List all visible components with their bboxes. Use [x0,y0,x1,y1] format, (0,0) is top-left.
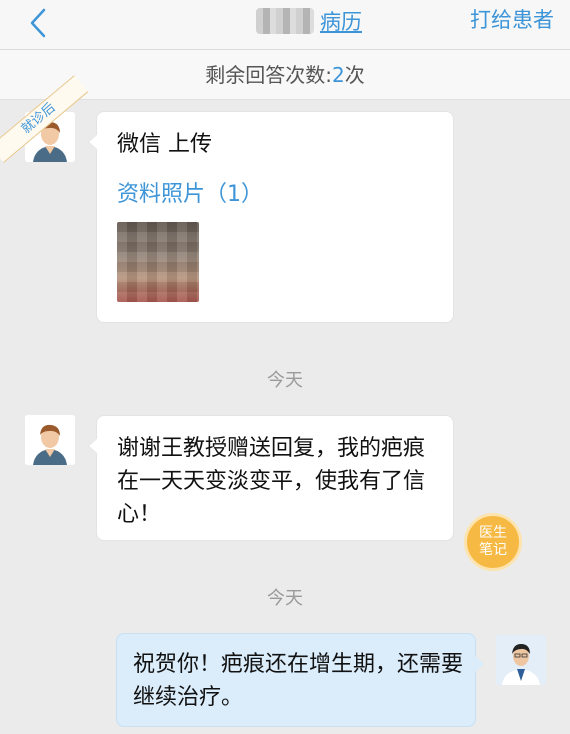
doctor-notes-line1: 医生 [479,525,507,541]
patient-avatar[interactable] [25,415,75,465]
medical-record-link[interactable]: 病历 [320,6,362,36]
message-bubble-thanks: 谢谢王教授赠送回复，我的疤痕在一天天变淡变平，使我有了信心！ [88,415,454,541]
time-label: 今天 [267,370,303,391]
photo-thumbnail[interactable] [117,222,199,302]
pixelated-photo [117,222,199,302]
remaining-suffix: 次 [344,63,365,87]
chevron-left-icon [30,8,46,38]
doctor-reply-text: 祝贺你！疤痕还在增生期，还需要继续治疗。 [133,652,464,710]
back-button[interactable] [22,6,56,40]
doctor-notes-button[interactable]: 医生 笔记 [464,513,522,571]
patient-avatar-icon [25,415,75,465]
thanks-message-text: 谢谢王教授赠送回复，我的疤痕在一天天变淡变平，使我有了信心！ [117,436,426,527]
doctor-avatar-icon [496,635,546,685]
message-bubble-doctor-reply: 祝贺你！疤痕还在增生期，还需要继续治疗。 [116,633,484,727]
photo-attachment-link[interactable]: 资料照片（1） [117,176,263,208]
message-bubble-upload: 微信 上传 资料照片（1） [88,111,454,323]
blurred-patient-name [256,8,314,34]
call-patient-button[interactable]: 打给患者 [470,4,554,34]
doctor-notes-line2: 笔记 [479,542,507,558]
top-bar: 病历 打给患者 [0,0,570,50]
remaining-count: 2 [332,63,345,87]
doctor-avatar[interactable] [496,635,546,685]
time-label: 今天 [267,588,303,609]
chat-title: 病历 [256,4,362,38]
upload-source-text: 微信 上传 [117,132,212,157]
remaining-prefix: 剩余回答次数: [205,63,332,87]
